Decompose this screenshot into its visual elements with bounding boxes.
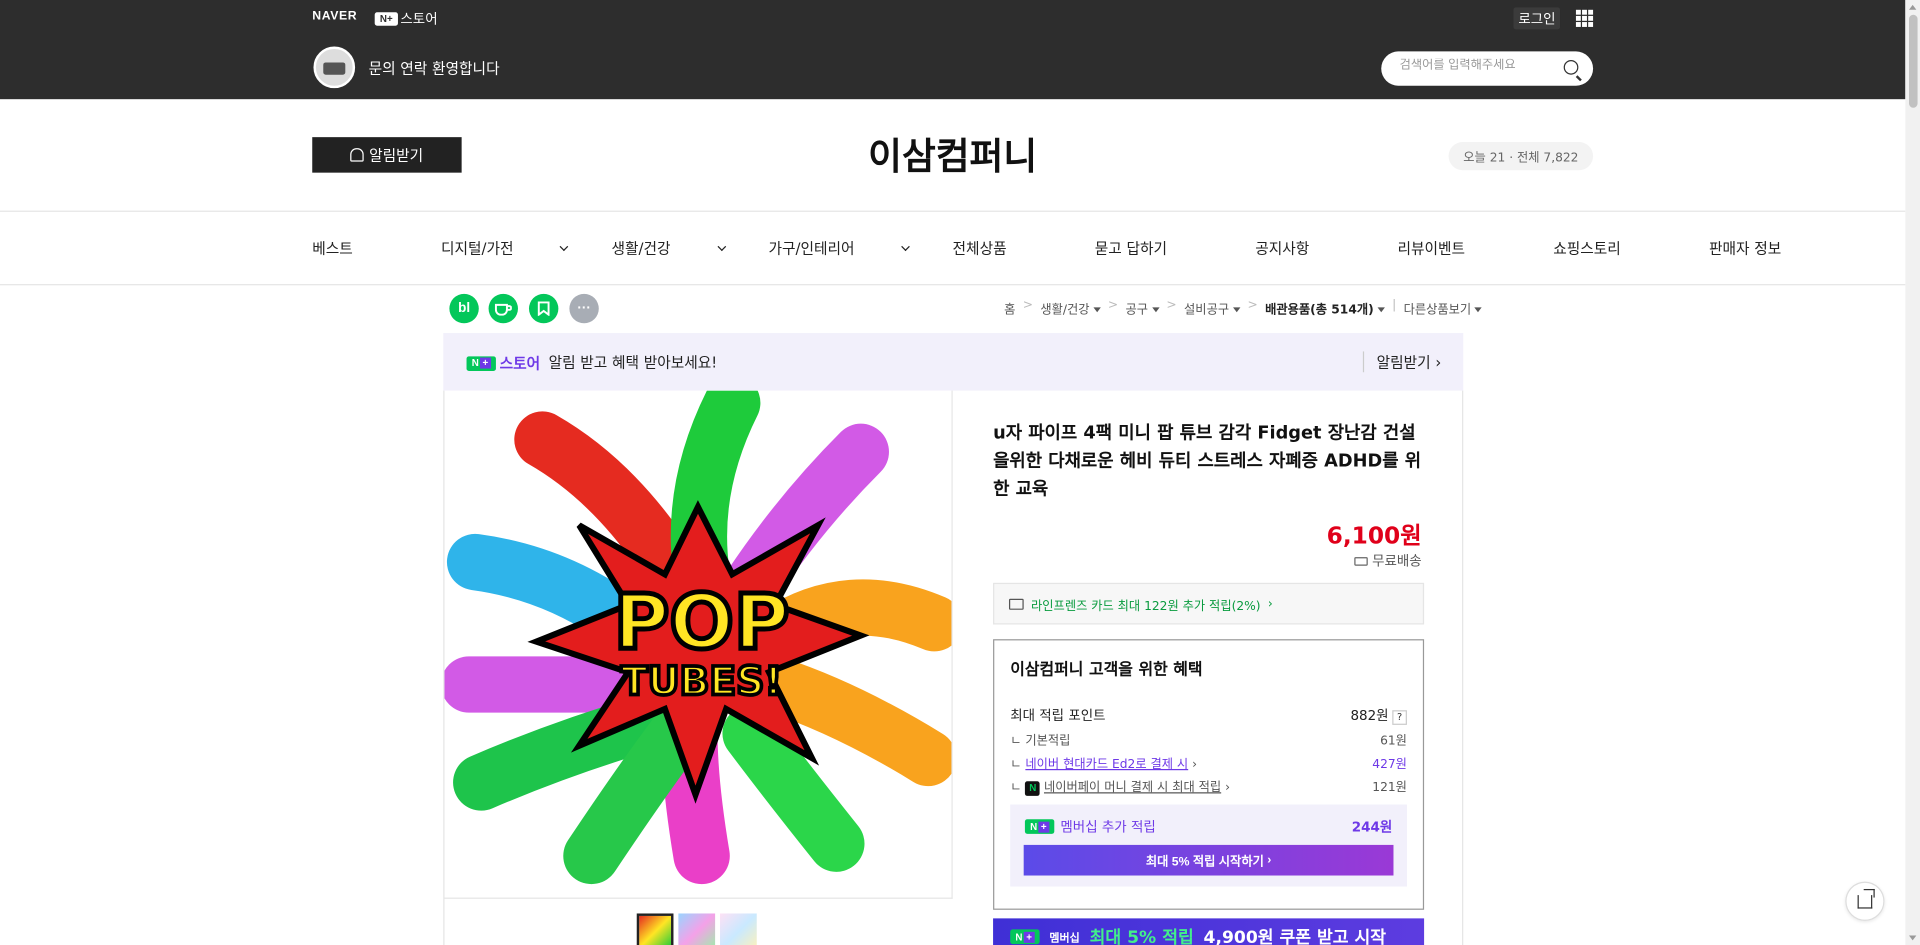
store-profile-avatar[interactable]	[313, 46, 356, 89]
thumbnail[interactable]	[678, 913, 716, 945]
product-price: 6,100원	[1326, 522, 1422, 550]
nav-item-qna[interactable]: 묻고 답하기	[1095, 238, 1211, 259]
scroll-down-arrow[interactable]	[1908, 935, 1917, 941]
search-input[interactable]	[1399, 58, 1559, 73]
chevron-down-icon	[560, 242, 569, 252]
breadcrumb-tools[interactable]: 공구	[1126, 299, 1160, 317]
caret-down-icon	[1377, 307, 1385, 313]
product-section: POP TUBES! u자 파이프 4팩 미니 팝 튜브 감각 Fidget 장…	[443, 390, 1464, 945]
global-nav-bar: NAVER N+ 스토어 로그인 문의 연락 환영합니다	[0, 0, 1906, 100]
divider	[444, 897, 953, 899]
divider	[0, 210, 1906, 212]
breadcrumb: 홈 > 생활/건강 > 공구 > 설비공구 > 배관용품(총 514개) | 다…	[1004, 299, 1483, 317]
nav-item-notice[interactable]: 공지사항	[1255, 238, 1353, 259]
visitor-count: 오늘 21 · 전체 7,822	[1448, 142, 1594, 171]
breadcrumb-other-products[interactable]: 다른상품보기	[1404, 299, 1483, 317]
store-welcome-text: 문의 연락 환영합니다	[368, 60, 500, 78]
npay-icon: N	[1025, 780, 1041, 796]
point-row: ㄴ N 네이버페이 머니 결제 시 최대 적립 › 121원	[1010, 780, 1407, 796]
nav-item-best[interactable]: 베스트	[312, 238, 397, 259]
banner-message: 알림 받고 혜택 받아보세요!	[548, 353, 718, 372]
membership-value: 244원	[1351, 819, 1393, 836]
nplus-icon: N+	[1024, 819, 1055, 834]
category-nav: 베스트 디지털/가전 생활/건강 가구/인테리어 전체상품 묻고 답하기 공지사…	[312, 238, 1869, 259]
svg-text:POP: POP	[614, 578, 790, 666]
app-grid-icon[interactable]	[1575, 9, 1594, 27]
nav-item-seller-info[interactable]: 판매자 정보	[1709, 238, 1825, 259]
nplus-icon: N+	[374, 11, 398, 26]
nplus-benefit-banner: N + 스토어 알림 받고 혜택 받아보세요! 알림받기 ›	[443, 333, 1464, 391]
membership-coupon-banner[interactable]: N + 멤버십 최대 5% 적립 4,900원 쿠폰 받고 시작	[993, 918, 1425, 945]
nav-item-shopping-story[interactable]: 쇼핑스토리	[1553, 238, 1665, 259]
login-button[interactable]: 로그인	[1513, 7, 1561, 30]
visitor-today: 오늘 21	[1463, 151, 1506, 166]
nav-item-all-products[interactable]: 전체상품	[953, 238, 1051, 259]
chevron-down-icon	[901, 242, 910, 252]
product-title: u자 파이프 4팩 미니 팝 튜브 감각 Fidget 장난감 건설을위한 다채…	[993, 423, 1422, 500]
store-label: 스토어	[400, 11, 438, 27]
truck-icon	[1353, 556, 1368, 566]
thumbnail[interactable]	[720, 913, 757, 945]
breadcrumb-equipment[interactable]: 설비공구	[1184, 299, 1241, 317]
membership-box: N + 멤버십 추가 적립 244원 최대 5% 적립 시작하기 ›	[1010, 804, 1407, 887]
scroll-up-arrow[interactable]	[1908, 4, 1917, 10]
more-icon[interactable]: ···	[569, 293, 599, 324]
npay-money-link[interactable]: 네이버페이 머니 결제 시 최대 적립	[1044, 781, 1221, 794]
bookmark-icon[interactable]	[528, 293, 559, 324]
nplus-store-badge: N + 스토어	[466, 353, 540, 374]
hyundai-card-link[interactable]: 네이버 현대카드 Ed2로 결제 시	[1025, 758, 1188, 771]
banner-alarm-link[interactable]: 알림받기 ›	[1363, 351, 1441, 373]
caret-down-icon	[1474, 307, 1483, 313]
chevron-down-icon	[717, 242, 726, 252]
point-row: ㄴ 네이버 현대카드 Ed2로 결제 시 › 427원	[1010, 757, 1407, 772]
blog-icon[interactable]: bl	[449, 293, 479, 324]
svg-text:TUBES!: TUBES!	[621, 659, 782, 704]
nav-item-living[interactable]: 생활/건강	[611, 238, 726, 259]
caret-down-icon	[1151, 307, 1160, 313]
max-point-row: 최대 적립 포인트 882원?	[1010, 705, 1407, 725]
nplus-icon: N+	[1010, 929, 1040, 945]
caret-down-icon	[1232, 307, 1241, 313]
nav-item-review-event[interactable]: 리뷰이벤트	[1397, 238, 1509, 259]
membership-start-button[interactable]: 최대 5% 적립 시작하기 ›	[1023, 844, 1394, 876]
credit-card-icon	[1008, 598, 1024, 610]
share-button[interactable]	[1845, 881, 1885, 921]
divider	[0, 284, 1906, 286]
help-icon[interactable]: ?	[1392, 709, 1407, 725]
visitor-total: 전체 7,822	[1516, 151, 1579, 166]
nplus-store-logo[interactable]: N+ 스토어	[374, 9, 438, 29]
naver-logo[interactable]: NAVER	[312, 10, 357, 23]
search-icon[interactable]	[1563, 60, 1579, 75]
search-box	[1381, 51, 1594, 86]
benefit-title: 이삼컴퍼니 고객을 위한 혜택	[1010, 661, 1203, 680]
nplus-icon: N+	[466, 355, 496, 371]
caret-down-icon	[1093, 307, 1101, 313]
shipping-info: 무료배송	[1353, 551, 1422, 571]
cafe-icon[interactable]	[488, 293, 518, 324]
card-benefit-link[interactable]: 라인프렌즈 카드 최대 122원 추가 적립(2%) ›	[993, 582, 1425, 625]
point-row: ㄴ 기본적립 61원	[1010, 734, 1407, 749]
breadcrumb-home[interactable]: 홈	[1004, 299, 1015, 317]
thumbnail[interactable]	[636, 913, 674, 945]
product-image[interactable]: POP TUBES!	[444, 390, 953, 899]
customer-benefit-box: 이삼컴퍼니 고객을 위한 혜택 최대 적립 포인트 882원? ㄴ 기본적립 6…	[993, 639, 1425, 910]
nav-item-digital[interactable]: 디지털/가전	[441, 238, 569, 259]
breadcrumb-plumbing[interactable]: 배관용품(총 514개)	[1265, 299, 1385, 317]
scrollbar-thumb[interactable]	[1908, 14, 1918, 108]
page-scrollbar[interactable]	[1905, 0, 1920, 945]
nav-item-furniture[interactable]: 가구/인테리어	[768, 238, 910, 259]
store-title[interactable]: 이삼컴퍼니	[0, 126, 1905, 180]
share-icon	[1857, 888, 1875, 908]
breadcrumb-living[interactable]: 생활/건강	[1040, 299, 1101, 317]
